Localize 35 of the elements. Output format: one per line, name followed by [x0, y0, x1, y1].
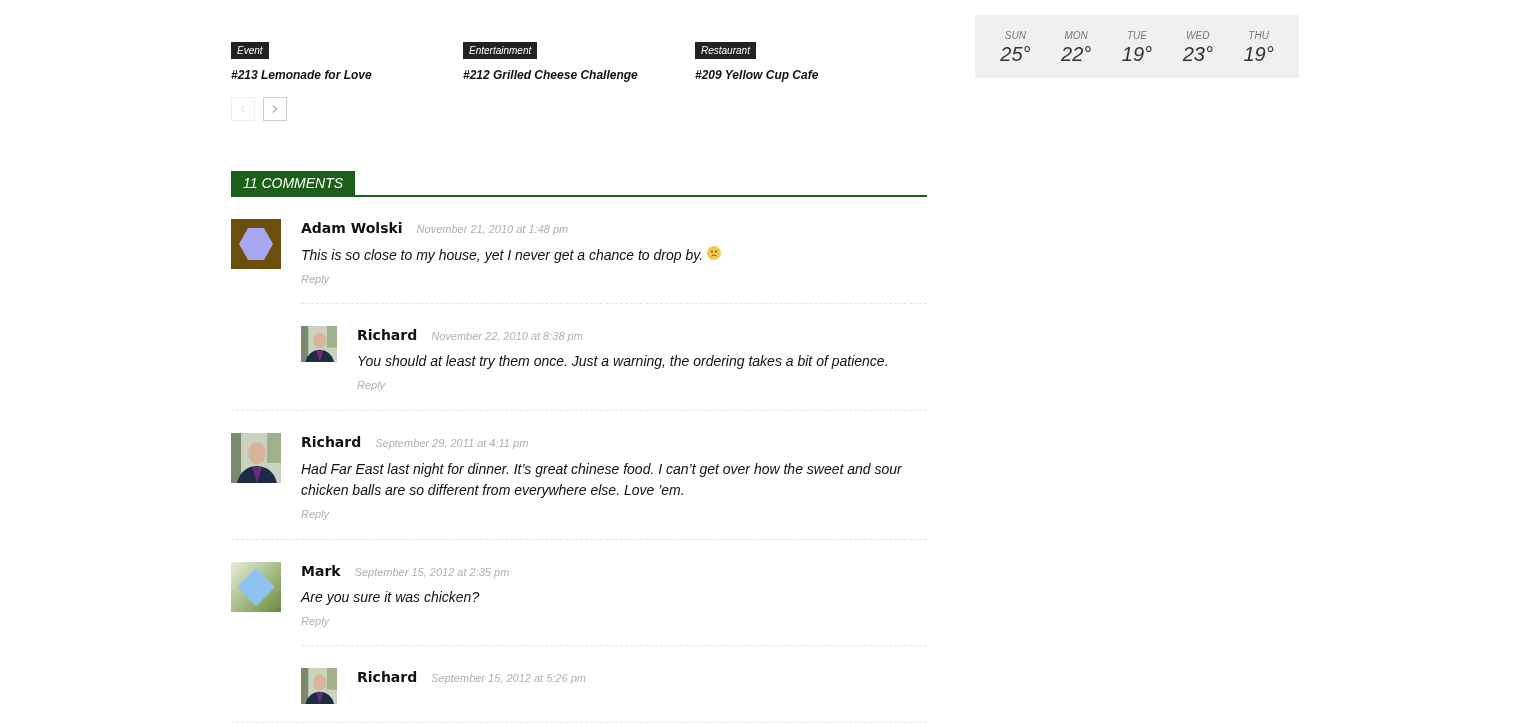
comments-heading: 11 COMMENTS — [231, 171, 356, 195]
forecast-temperature: 22° — [1061, 42, 1092, 66]
forecast-temperature: 19° — [1243, 42, 1274, 66]
chevron-right-icon — [272, 105, 278, 113]
comment-date: November 21, 2010 at 1:48 pm — [416, 222, 569, 237]
forecast-day: MON — [1064, 30, 1088, 42]
comment-text: You should at least try them once. Just a warning, the ordering takes a bit of patience. — [357, 352, 889, 371]
comment-author: Mark — [301, 561, 341, 580]
forecast-temperature: 25° — [1000, 42, 1031, 66]
forecast-day: THU — [1248, 30, 1269, 42]
comment-author: Richard — [357, 325, 418, 344]
comment-text: Are you sure it was chicken? — [301, 588, 480, 607]
avatar-icon — [231, 219, 281, 269]
comment-author: Richard — [301, 433, 362, 451]
avatar-icon — [231, 561, 281, 612]
comment-text: Had Far East last night for dinner. It’s great chinese food. I can’t get over how the sweet and sour chicken balls are so different from everywhere else. Love ’em. — [301, 459, 903, 500]
post-title[interactable]: #213 Lemonade for Love — [231, 68, 372, 82]
forecast-day: WED — [1186, 30, 1210, 42]
category-tag[interactable]: Event — [231, 42, 269, 59]
post-title[interactable]: #209 Yellow Cup Cafe — [695, 68, 819, 82]
category-tag[interactable]: Entertainment — [463, 42, 538, 59]
comment-date: September 29, 2011 at 4:11 pm — [375, 436, 529, 451]
comment-author: Richard — [357, 668, 418, 686]
comment-date: September 15, 2012 at 5:26 pm — [431, 671, 586, 686]
forecast-temperature: 19° — [1121, 42, 1153, 66]
comment-text: This is so close to my house, yet I never get a chance to drop by. — [301, 245, 704, 265]
forecast-day: SUN — [1004, 30, 1026, 42]
comment-date: November 22, 2010 at 8:38 pm — [431, 328, 583, 344]
post-title[interactable]: #212 Grilled Cheese Challenge — [463, 68, 638, 82]
forecast-temperature: 23° — [1182, 42, 1213, 66]
forecast-day: TUE — [1127, 30, 1147, 42]
comment-date: September 15, 2012 at 2:35 pm — [354, 564, 510, 580]
next-button[interactable] — [263, 97, 287, 121]
comment-author: Adam Wolski — [301, 219, 403, 237]
category-tag[interactable]: Restaurant — [695, 42, 756, 59]
